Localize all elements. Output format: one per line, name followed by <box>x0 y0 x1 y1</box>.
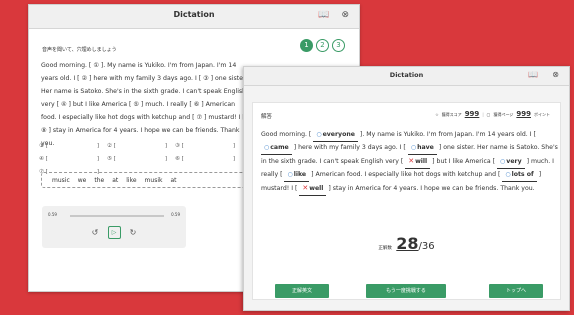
book-icon[interactable]: 📖 <box>318 10 329 20</box>
page-icon: ▢ <box>486 112 491 117</box>
window-title: Dictation <box>389 71 424 79</box>
close-icon[interactable]: ⊗ <box>341 10 349 20</box>
points-summary: ☆ 獲得スコア 999 | ▢ 獲得ページ 999 ポイント <box>435 110 550 118</box>
titlebar: Dictation 📖 ⊗ <box>244 67 569 86</box>
answer-correct: ○everyone <box>313 129 358 142</box>
word-chip[interactable]: we <box>78 177 87 184</box>
answer-heading: 解答 <box>261 114 273 120</box>
total-count: /36 <box>418 241 435 252</box>
word-chip[interactable]: at <box>112 177 118 184</box>
score-caption: 正解数 <box>378 246 392 251</box>
step-2[interactable]: 2 <box>316 39 329 52</box>
retry-button[interactable]: もう一度挑戦する <box>366 284 446 298</box>
wrong-icon: ✕ <box>408 157 415 165</box>
book-icon[interactable]: 📖 <box>528 70 538 79</box>
play-icon[interactable]: ▷ <box>107 226 121 239</box>
answer-correct: ○very <box>497 156 525 169</box>
answer-correct: ○came <box>261 142 292 155</box>
instruction-text: 音声を聞いて、穴埋めしましょう <box>42 47 117 53</box>
correct-text-button[interactable]: 正解英文 <box>275 284 329 298</box>
page-unit: ポイント <box>534 112 550 117</box>
page-label: 獲得ページ <box>493 112 514 117</box>
score-value: 999 <box>464 110 480 118</box>
blank-field[interactable]: ⑥ [] <box>175 156 243 162</box>
blank-field[interactable]: ⑤ [] <box>107 156 175 162</box>
answer-correct: ○lots of <box>502 169 537 182</box>
correct-icon: ○ <box>316 131 322 138</box>
result-card: 解答 ☆ 獲得スコア 999 | ▢ 獲得ページ 999 ポイント Good m… <box>252 102 561 300</box>
titlebar: Dictation 📖 ⊗ <box>29 5 359 29</box>
blank-field[interactable]: ② [] <box>107 143 175 149</box>
correct-icon: ○ <box>287 171 293 178</box>
total-time: 0.59 <box>171 212 180 217</box>
step-1[interactable]: 1 <box>300 39 313 52</box>
current-time: 0.59 <box>48 212 57 217</box>
star-icon: ☆ <box>435 112 439 117</box>
blank-list: ① [] ② [] ③ [] ④ [] ⑤ [] ⑥ [] ⑦ [] <box>39 143 249 175</box>
correct-icon: ○ <box>410 144 417 151</box>
blank-field[interactable]: ④ [] <box>39 156 107 162</box>
correct-icon: ○ <box>264 144 270 151</box>
blank-field[interactable]: ① [] <box>39 143 107 149</box>
word-chip[interactable]: musik <box>145 177 163 184</box>
passage-text: Good morning. [ ① ]. My name is Yukiko. … <box>41 62 247 147</box>
correct-icon: ○ <box>500 158 506 165</box>
blank-field[interactable]: ③ [] <box>175 143 243 149</box>
progress-bar[interactable] <box>70 215 164 217</box>
correct-count: 28 <box>396 234 419 253</box>
page-value: 999 <box>516 110 531 118</box>
correct-icon: ○ <box>505 171 511 178</box>
close-icon[interactable]: ⊗ <box>552 70 559 79</box>
answer-correct: ○like <box>284 169 310 182</box>
wrong-icon: ✕ <box>302 184 309 192</box>
answer-wrong: ✕will <box>405 155 431 169</box>
step-indicator: 1 2 3 <box>300 39 345 52</box>
word-chip[interactable]: music <box>52 177 70 184</box>
dictation-window-result: Dictation 📖 ⊗ 解答 ☆ 獲得スコア 999 | ▢ 獲得ページ 9… <box>243 66 570 311</box>
word-chip[interactable]: the <box>94 177 104 184</box>
word-chip[interactable]: like <box>126 177 136 184</box>
step-3[interactable]: 3 <box>332 39 345 52</box>
window-title: Dictation <box>173 10 215 19</box>
answer-correct: ○have <box>407 142 437 155</box>
answer-wrong: ✕well <box>299 182 327 196</box>
rewind-icon[interactable]: ↺ <box>89 226 102 239</box>
answer-text: Good morning. [ ○everyone ]. My name is … <box>261 129 561 196</box>
top-button[interactable]: トップへ <box>489 284 543 298</box>
score-display: 正解数 28/36 <box>253 234 560 253</box>
audio-player: 0.59 0.59 ↺ ▷ ↻ <box>42 206 186 248</box>
forward-icon[interactable]: ↻ <box>127 226 140 239</box>
word-chip[interactable]: at <box>170 177 176 184</box>
score-label: 獲得スコア <box>441 112 462 117</box>
